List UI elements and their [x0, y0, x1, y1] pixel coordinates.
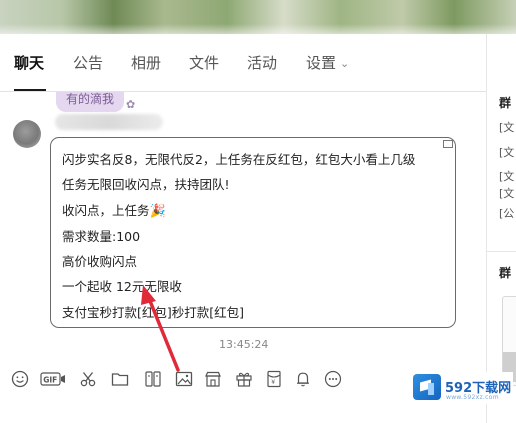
more-icon[interactable] [323, 369, 343, 389]
tab-settings[interactable]: 设置 ⌄ [306, 52, 349, 73]
tab-album[interactable]: 相册 [131, 52, 161, 73]
message-line: 高价收购闪点 [62, 254, 138, 270]
message-line-text: 收闪点，上任务 [62, 202, 150, 218]
previous-message-text: 有的滴我 [66, 92, 115, 106]
message-timestamp: 13:45:24 [219, 338, 269, 351]
gif-label: GIF [43, 376, 57, 385]
emoji-icon[interactable] [10, 369, 30, 389]
announcement-item[interactable]: [文 [499, 144, 514, 160]
message-line: 闪步实名反8，无限代反2，上任务在反红包，红包大小看上几级 [62, 152, 416, 167]
tab-bar: 聊天 公告 相册 文件 活动 设置 ⌄ [0, 34, 486, 92]
image-icon[interactable] [174, 369, 194, 389]
watermark-box-icon [413, 374, 441, 400]
announcement-item[interactable]: [文 [499, 119, 514, 135]
message-line: 收闪点，上任务🎉 [62, 198, 445, 224]
message-line: 任务无限回收闪点，扶持团队! [62, 177, 230, 193]
panel-divider [487, 251, 516, 252]
sender-avatar[interactable] [13, 120, 41, 148]
svg-text:¥: ¥ [271, 379, 275, 386]
message-line: 需求数量:100 [62, 228, 141, 244]
gif-icon[interactable]: GIF [40, 369, 66, 389]
folder-icon[interactable] [110, 369, 130, 389]
sticker-icon[interactable] [143, 369, 163, 389]
gift-icon[interactable] [234, 369, 254, 389]
announcement-item[interactable]: [文 [499, 185, 514, 201]
chat-message-list[interactable]: 有的滴我 ✿ 闪步实名反8，无限代反2，上任务在反红包，红包大小看上几级 任务无… [0, 92, 486, 360]
previous-message-bubble: 有的滴我 [56, 92, 125, 112]
watermark-url: www.592xz.com [446, 394, 499, 401]
bell-icon[interactable] [293, 369, 313, 389]
sender-name-blurred [55, 114, 163, 130]
tab-announcements[interactable]: 公告 [73, 52, 103, 73]
group-announcement-title: 群 [499, 96, 512, 110]
group-banner-image [0, 0, 516, 34]
message-bubble[interactable]: 闪步实名反8，无限代反2，上任务在反红包，红包大小看上几级 任务无限回收闪点，扶… [50, 137, 456, 328]
expand-icon[interactable] [443, 140, 453, 148]
tab-settings-label: 设置 [306, 54, 337, 72]
shop-icon[interactable] [203, 369, 223, 389]
message-line: 支付宝秒打款[红包]秒打款[红包] [62, 304, 245, 320]
message-line: 一个起收 12元无限收 [62, 279, 182, 295]
announcement-item[interactable]: [文 [499, 168, 514, 184]
watermark-logo: 592下载网 www.592xz.com [413, 372, 513, 404]
chevron-down-icon: ⌄ [340, 57, 350, 70]
tab-activities[interactable]: 活动 [247, 52, 277, 73]
group-info-panel: 群 [文 [文 [文 [文 [公 群 [486, 34, 516, 423]
tab-files[interactable]: 文件 [189, 52, 219, 73]
announcement-item[interactable]: [公 [499, 205, 514, 221]
emoji-reaction-icon: ✿ [126, 98, 136, 111]
scissors-icon[interactable] [78, 369, 98, 389]
red-packet-icon[interactable]: ¥ [264, 369, 284, 389]
group-members-title: 群 [499, 266, 512, 280]
party-popper-icon: 🎉 [149, 203, 166, 219]
tab-chat[interactable]: 聊天 [14, 52, 44, 73]
